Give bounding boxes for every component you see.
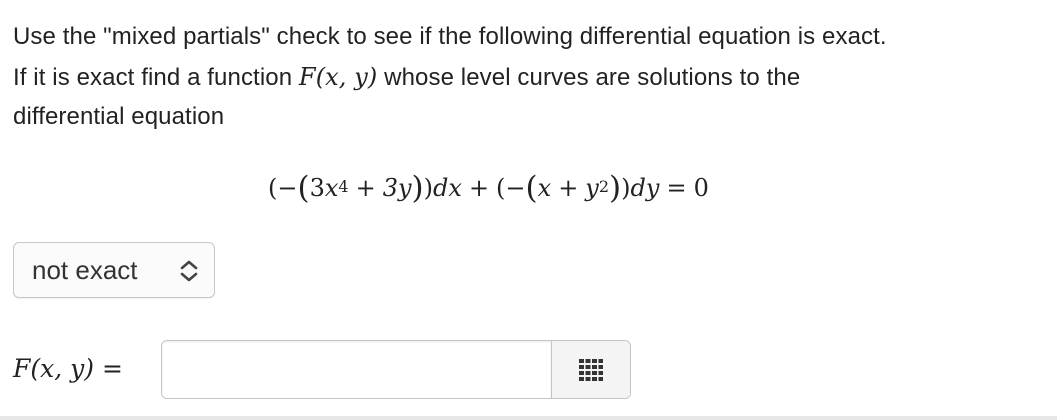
keypad-grid-icon [579, 358, 603, 381]
prompt-line-2: If it is exact find a function F(x, y) w… [13, 57, 1048, 97]
prompt-function-notation: F(x, y) [298, 63, 378, 91]
differential-equation: (−(3x4 +3y))dx + (−(x + y2))dy = 0 [268, 170, 709, 206]
exactness-select[interactable]: not exact [13, 242, 215, 298]
problem-statement: Use the "mixed partials" check to see if… [13, 17, 1048, 137]
exactness-select-value: not exact [32, 254, 138, 285]
keypad-button[interactable] [551, 341, 630, 398]
chevron-up-down-icon [180, 260, 198, 282]
bottom-divider [0, 416, 1057, 420]
prompt-line-2-after: whose level curves are solutions to the [377, 64, 801, 91]
prompt-line-1: Use the "mixed partials" check to see if… [13, 23, 887, 50]
prompt-line-3: differential equation [13, 103, 225, 130]
function-answer-field [161, 340, 631, 399]
function-answer-input[interactable] [162, 341, 551, 398]
prompt-line-2-before: If it is exact find a function [13, 64, 299, 91]
function-answer-label: F(x, y) = [13, 354, 123, 383]
